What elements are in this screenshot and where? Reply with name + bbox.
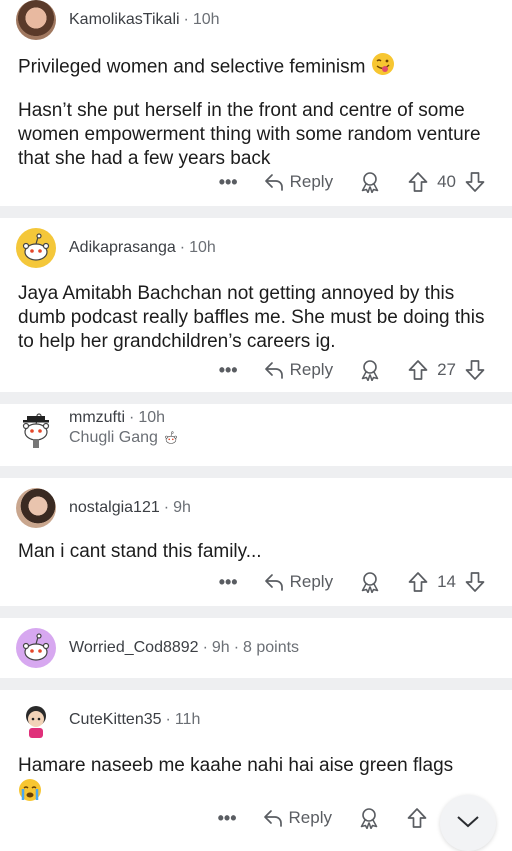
comment-age: 9h xyxy=(173,499,191,516)
reply-arrow-icon xyxy=(264,360,284,380)
comment-separator xyxy=(0,206,512,218)
username[interactable]: Adikaprasanga xyxy=(69,239,176,256)
vote-score: 40 xyxy=(437,172,456,191)
comment-paragraph: Privileged women and selective feminism xyxy=(18,56,366,78)
reply-button[interactable]: Reply xyxy=(264,172,333,192)
username[interactable]: mmzufti xyxy=(69,409,125,426)
comment-age: 11h xyxy=(174,711,201,728)
tongue-face-emoji xyxy=(371,52,395,83)
username[interactable]: nostalgia121 xyxy=(69,499,160,516)
comment-3-collapsed[interactable]: mmzufti · 10h Chugli Gang xyxy=(0,404,512,466)
downvote-icon[interactable] xyxy=(464,359,486,381)
award-icon[interactable] xyxy=(359,571,381,593)
award-icon[interactable] xyxy=(358,807,380,829)
avatar[interactable] xyxy=(16,0,56,40)
more-options-icon[interactable]: ••• xyxy=(219,172,238,193)
username[interactable]: KamolikasTikali xyxy=(69,11,180,28)
award-icon[interactable] xyxy=(359,171,381,193)
reply-button[interactable]: Reply xyxy=(264,572,333,592)
comment-paragraph: Man i cant stand this family... xyxy=(18,541,262,562)
comment-paragraph: Jaya Amitabh Bachchan not getting annoye… xyxy=(18,283,485,352)
comment-paragraph: Hamare naseeb me kaahe nahi hai aise gre… xyxy=(18,755,454,776)
reply-arrow-icon xyxy=(263,808,283,828)
more-options-icon[interactable]: ••• xyxy=(219,572,238,593)
reply-label: Reply xyxy=(289,172,334,191)
flair-snoo-icon xyxy=(162,429,180,447)
user-flair: Chugli Gang xyxy=(69,428,180,448)
comment-body: Privileged women and selective feminism … xyxy=(18,52,494,171)
comment-age: 9h xyxy=(211,639,230,656)
downvote-icon[interactable] xyxy=(464,171,486,193)
comment-body: Hamare naseeb me kaahe nahi hai aise gre… xyxy=(18,754,494,809)
comment-6: CuteKitten35 · 11h Hamare naseeb me kaahe … xyxy=(0,690,512,834)
upvote-icon[interactable] xyxy=(407,571,429,593)
comment-5-collapsed[interactable]: Worried_Cod8892 · 9h · 8 points xyxy=(0,618,512,678)
comment-body: Man i cant stand this family... xyxy=(18,540,494,564)
comment-age: 10h xyxy=(189,239,216,256)
reply-label: Reply xyxy=(288,808,332,827)
upvote-icon[interactable] xyxy=(407,359,429,381)
downvote-icon[interactable] xyxy=(464,571,486,593)
comment-separator xyxy=(0,466,512,478)
reply-label: Reply xyxy=(289,360,334,379)
comment-separator xyxy=(0,606,512,618)
upvote-icon[interactable] xyxy=(406,807,428,829)
avatar[interactable] xyxy=(16,488,56,528)
comment-separator xyxy=(0,678,512,690)
reply-label: Reply xyxy=(289,572,334,591)
award-icon[interactable] xyxy=(359,359,381,381)
more-options-icon[interactable]: ••• xyxy=(218,808,237,829)
comment-separator xyxy=(0,392,512,404)
comment-age: 10h xyxy=(192,11,220,28)
comment-2: Adikaprasanga · 10h Jaya Amitabh Bachchan … xyxy=(0,218,512,386)
more-options-icon[interactable]: ••• xyxy=(219,360,238,381)
scroll-down-button[interactable] xyxy=(440,795,496,851)
avatar[interactable] xyxy=(16,228,56,268)
reply-arrow-icon xyxy=(264,172,284,192)
vote-score: 27 xyxy=(437,360,456,379)
comment-1: KamolikasTikali · 10h Privileged women and… xyxy=(0,0,512,202)
chevron-down-icon xyxy=(457,816,479,828)
avatar[interactable] xyxy=(16,700,56,740)
reply-button[interactable]: Reply xyxy=(264,360,333,380)
comment-paragraph: Hasn’t she put herself in the front and … xyxy=(18,100,481,169)
username[interactable]: Worried_Cod8892 xyxy=(69,639,199,656)
comment-4: nostalgia121 · 9h Man i cant stand this fa… xyxy=(0,478,512,608)
avatar[interactable] xyxy=(16,628,56,668)
username[interactable]: CuteKitten35 xyxy=(69,711,162,728)
vote-score: 14 xyxy=(437,572,456,591)
reply-button[interactable]: Reply xyxy=(263,808,332,828)
comment-points: 8 points xyxy=(243,639,300,656)
crying-face-emoji xyxy=(18,778,42,809)
upvote-icon[interactable] xyxy=(407,171,429,193)
comment-body: Jaya Amitabh Bachchan not getting annoye… xyxy=(18,282,494,354)
avatar[interactable] xyxy=(16,408,56,448)
reply-arrow-icon xyxy=(264,572,284,592)
comment-age: 10h xyxy=(138,409,166,426)
